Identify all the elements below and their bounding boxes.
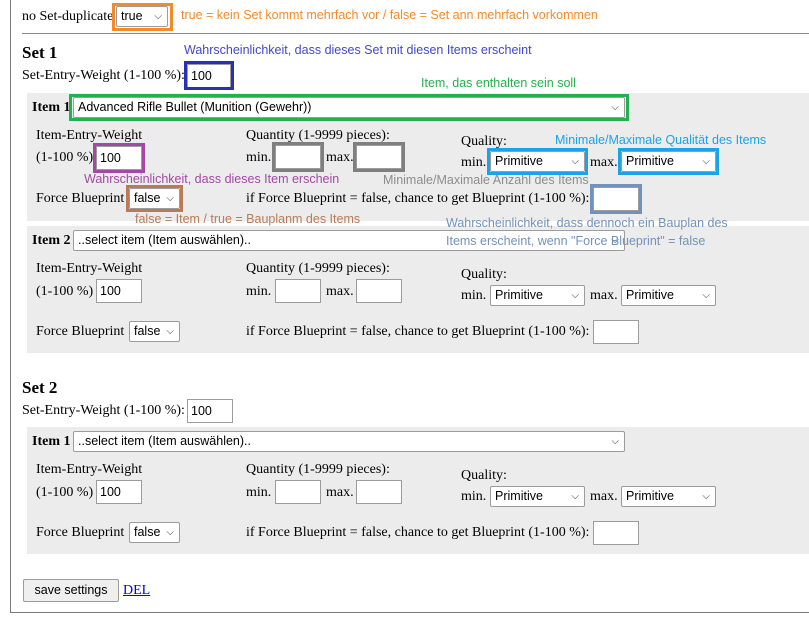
quality-max-select[interactable]: Primitive ⌵ [621,285,716,306]
quality-min-label: min. [461,288,487,303]
highlight-quality-min [487,148,588,175]
item-entry-weight-input[interactable]: 100 [96,279,142,303]
blueprint-chance-input[interactable] [593,521,639,545]
set-weight-input[interactable]: 100 [187,399,233,423]
annotation-chance-line2: Items erscheint, wenn "Force Blueprint" … [446,234,706,248]
quality-min-label: min. [461,155,487,170]
quality-min-select[interactable]: Primitive ⌵ [490,486,585,507]
item-entry-weight-input[interactable]: 100 [96,480,142,504]
set-weight-label: Set-Entry-Weight (1-100 %): [22,68,185,83]
chevron-down-icon: ⌵ [166,326,174,337]
item-entry-weight-range: (1-100 %) [36,485,94,500]
annotation-force-blueprint: false = Item / true = Bauplanm des Items [135,212,361,226]
quantity-min-label: min. [246,485,272,500]
highlight-quantity-min [272,142,324,172]
quality-min-label: min. [461,489,487,504]
force-blueprint-select[interactable]: false ⌵ [129,522,180,543]
chevron-down-icon: ⌵ [166,527,174,538]
quantity-max-label: max. [326,150,354,165]
blueprint-chance-label: if Force Blueprint = false, chance to ge… [246,525,590,540]
item-entry-weight-label: Item-Entry-Weight [36,128,143,143]
annotation-item-weight: Wahrscheinlichkeit, dass dieses Item ers… [84,172,340,186]
chevron-down-icon: ⌵ [571,491,579,502]
chevron-down-icon: ⌵ [611,436,619,447]
quality-min-select[interactable]: Primitive ⌵ [490,285,585,306]
quantity-min-input[interactable] [275,279,321,303]
set-title: Set 1 [22,43,58,62]
highlight-no-duplicate [112,3,173,31]
quality-label: Quality: [461,468,507,483]
force-blueprint-label: Force Blueprint [36,324,125,339]
quality-max-label: max. [590,288,618,303]
highlight-quantity-max [353,142,405,172]
annotation-item: Item, das enthalten sein soll [421,76,576,90]
quantity-max-label: max. [326,485,354,500]
blueprint-chance-label: if Force Blueprint = false, chance to ge… [246,191,590,206]
annotation-quantity: Minimale/Maximale Anzahl des Items [383,173,589,187]
quantity-min-input[interactable] [275,480,321,504]
blueprint-chance-input[interactable] [593,320,639,344]
quality-max-select[interactable]: Primitive ⌵ [621,486,716,507]
set-weight-label: Set-Entry-Weight (1-100 %): [22,403,185,418]
quality-max-label: max. [590,489,618,504]
item-label: Item 1 [32,434,71,449]
quality-label: Quality: [461,267,507,282]
annotation-chance-line1: Wahrscheinlichkeit, dass dennoch ein Bau… [446,216,728,230]
highlight-item-select [69,94,629,121]
chevron-down-icon: ⌵ [702,290,710,301]
force-blueprint-label: Force Blueprint [36,525,125,540]
save-settings-button[interactable]: save settings [23,579,119,602]
quantity-max-input[interactable] [356,279,402,303]
item-entry-weight-label: Item-Entry-Weight [36,462,143,477]
highlight-blueprint-chance [590,184,642,214]
chevron-down-icon: ⌵ [702,491,710,502]
item-entry-weight-range: (1-100 %) [36,150,94,165]
quantity-label: Quantity (1-9999 pieces): [246,462,390,477]
highlight-force-blueprint [126,185,183,212]
chevron-down-icon: ⌵ [571,290,579,301]
no-set-duplicate-label: no Set-duplicate [22,9,114,24]
annotation-quality: Minimale/Maximale Qualität des Items [555,133,767,147]
item-select[interactable]: ..select item (Item auswählen).. ⌵ [73,431,625,452]
item-label: Item 1 [32,100,71,115]
quantity-max-label: max. [326,284,354,299]
quality-max-label: max. [590,155,618,170]
annotation-set-weight: Wahrscheinlichkeit, dass dieses Set mit … [184,43,532,57]
force-blueprint-label: Force Blueprint [36,191,125,206]
item-entry-weight-label: Item-Entry-Weight [36,261,143,276]
delete-link[interactable]: DEL [123,583,150,599]
annotation-no-duplicate: true = kein Set kommt mehrfach vor / fal… [181,8,598,22]
item-label: Item 2 [32,233,71,248]
highlight-item-weight [93,143,145,173]
highlight-quality-max [618,148,719,175]
set-title: Set 2 [22,378,58,397]
blueprint-chance-label: if Force Blueprint = false, chance to ge… [246,324,590,339]
quantity-label: Quantity (1-9999 pieces): [246,261,390,276]
force-blueprint-select[interactable]: false ⌵ [129,321,180,342]
quantity-min-label: min. [246,150,272,165]
highlight-set-weight [184,61,234,90]
quantity-min-label: min. [246,284,272,299]
quantity-max-input[interactable] [356,480,402,504]
divider [22,33,809,34]
item-entry-weight-range: (1-100 %) [36,284,94,299]
